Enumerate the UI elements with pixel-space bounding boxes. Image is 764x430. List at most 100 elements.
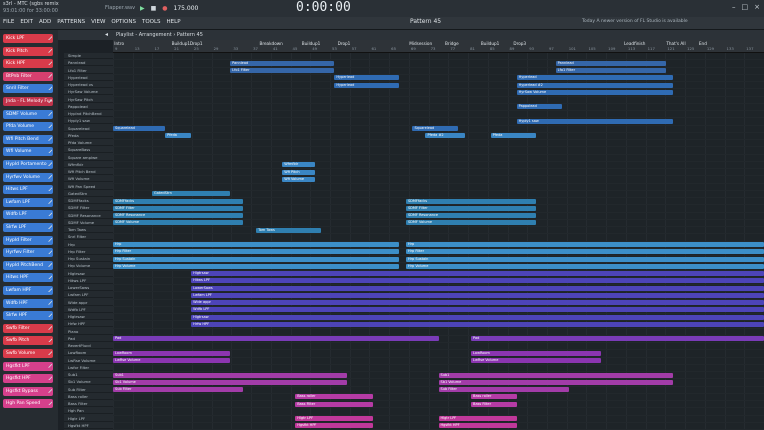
pattern-clip[interactable]: Bass roller (471, 394, 517, 400)
track-label[interactable]: Hrp Sustain (64, 256, 113, 262)
track-label[interactable]: Bass Filter (64, 401, 113, 407)
track-label[interactable]: Pfda Volume (64, 140, 113, 146)
pattern-clip[interactable]: Hyperlead (516, 75, 673, 81)
pattern-clip[interactable]: Squarelead (113, 126, 166, 131)
pattern-clip[interactable]: Sub1 (113, 372, 348, 378)
pattern-clip[interactable]: Hrfw HPF (191, 321, 764, 327)
track-label[interactable]: Piano (64, 329, 113, 335)
pattern-clip[interactable]: LowRoom (113, 350, 231, 356)
track-label[interactable]: Pappolead (64, 104, 113, 110)
sidebar-item[interactable]: Pfda Volume (3, 122, 53, 132)
track-label[interactable]: HyrSaw Pitch (64, 97, 113, 103)
menu-item-patterns[interactable]: PATTERNS (57, 19, 85, 25)
track-label[interactable]: Wfi Volume (64, 176, 113, 183)
track-label[interactable]: Hlgtrsaw (64, 271, 113, 277)
track-label[interactable]: Lwfor Filter (64, 365, 113, 371)
pattern-clip[interactable]: Hlgtr LPF (295, 416, 374, 421)
track-label[interactable]: Wdfb LPF (64, 307, 113, 313)
pattern-clip[interactable]: Pappolead (516, 104, 563, 110)
pattern-clip[interactable]: SDMF Resonance (113, 213, 244, 218)
record-icon[interactable]: ● (162, 5, 167, 12)
track-label[interactable]: Snrl Filter (64, 234, 113, 241)
pattern-clip[interactable]: Lfo1 Filter (555, 68, 667, 73)
track-label[interactable]: Hrfw HPF (64, 321, 113, 328)
track-label[interactable]: Simple (64, 53, 113, 59)
track-label[interactable]: GatedStrn (64, 191, 113, 197)
maximize-icon[interactable]: □ (742, 3, 749, 11)
pattern-clip[interactable]: Tom Taws (256, 227, 322, 233)
sidebar-item[interactable]: SDMF Volume (3, 109, 53, 119)
marker-label[interactable]: Drop1 (338, 41, 351, 46)
track-label[interactable]: Square amplwe (64, 155, 113, 161)
pattern-clip[interactable]: Pad (113, 336, 439, 342)
track-label[interactable]: Lfo1 Filter (64, 68, 113, 74)
pattern-clip[interactable]: SDMF Volume (405, 220, 537, 226)
edit-icon[interactable] (48, 262, 52, 267)
track-label[interactable]: Wide appr (64, 300, 113, 306)
pattern-clip[interactable]: SDMFfacks (113, 198, 244, 204)
pattern-clip[interactable]: Hgsfkt HPF (295, 423, 374, 429)
track-label[interactable]: Pfeda (64, 133, 113, 139)
edit-icon[interactable] (48, 376, 52, 381)
menu-item-help[interactable]: HELP (167, 19, 181, 25)
edit-icon[interactable] (48, 111, 52, 116)
pattern-clip[interactable]: SDMF Filter (405, 205, 537, 211)
close-icon[interactable]: × (754, 3, 760, 11)
edit-icon[interactable] (48, 313, 52, 318)
pattern-clip[interactable]: Pfeda (165, 133, 192, 139)
edit-icon[interactable] (48, 187, 52, 192)
edit-icon[interactable] (48, 225, 52, 229)
track-label[interactable]: Wfi Pitch Bend (64, 169, 113, 175)
pattern-clip[interactable]: HyrSaw Volume (516, 89, 673, 95)
minimize-icon[interactable]: – (732, 3, 736, 11)
track-label[interactable]: Pannlead (64, 60, 113, 67)
sidebar-item[interactable]: Hyrfwv Filter (3, 248, 53, 258)
track-label[interactable]: Hlgtrsaw (64, 314, 113, 320)
edit-icon[interactable] (48, 250, 52, 255)
tempo-display[interactable]: 175.000 (174, 5, 199, 12)
menu-item-view[interactable]: VIEW (91, 19, 105, 25)
pattern-clip[interactable]: Sub Filter (438, 387, 569, 392)
edit-icon[interactable] (48, 388, 52, 393)
sidebar-item[interactable]: Hitws HPF (3, 273, 53, 283)
edit-icon[interactable] (48, 363, 52, 368)
edit-icon[interactable] (48, 73, 52, 78)
track-label[interactable]: Hrp Volume (64, 263, 113, 270)
track-label[interactable]: LowRoom (64, 350, 113, 357)
edit-icon[interactable] (48, 237, 52, 242)
track-label[interactable]: Sb1 Volume (64, 379, 113, 386)
marker-label[interactable]: Buildup1 (302, 41, 321, 46)
sidebar-item[interactable]: Kick Pitch (3, 46, 53, 56)
edit-icon[interactable] (48, 275, 52, 280)
pattern-clip[interactable]: Sb1 Volume (113, 379, 348, 385)
menu-item-tools[interactable]: TOOLS (142, 19, 161, 25)
pattern-clip[interactable]: Lfo1 Filter (230, 68, 335, 73)
sidebar-item[interactable]: Hypld Filter (3, 235, 53, 245)
track-label[interactable]: SDMF Filter (64, 205, 113, 212)
marker-label[interactable]: Drop3 (513, 41, 526, 46)
pattern-clip[interactable]: Hitws LPF (191, 278, 764, 284)
sidebar-item[interactable]: Hgsfkt Bypass (3, 386, 53, 396)
play-icon[interactable]: ▶ (140, 5, 145, 12)
pattern-clip[interactable]: Hyperlead (334, 82, 400, 88)
sidebar-item[interactable]: Hitws LPF (3, 185, 53, 195)
pattern-clip[interactable]: Hrp (405, 242, 764, 247)
track-label[interactable]: LwRse Volume (64, 358, 113, 364)
pattern-clip[interactable]: Lwfam LPF (191, 292, 764, 298)
track-label[interactable]: SDMF Volume (64, 220, 113, 226)
track-label[interactable]: Wfi Pan Speed (64, 184, 113, 190)
edit-icon[interactable] (48, 124, 52, 129)
edit-icon[interactable] (48, 136, 52, 141)
sidebar-item[interactable]: Swfb Volume (3, 349, 53, 358)
sidebar-item[interactable]: Lwfam HPF (3, 286, 53, 295)
pattern-clip[interactable]: Hrp Filter (113, 249, 400, 255)
pattern-clip[interactable]: Wfi Volume (282, 176, 315, 182)
edit-icon[interactable] (48, 199, 52, 204)
pattern-clip[interactable]: Wide appr (191, 300, 764, 305)
sidebar-item[interactable]: Wfi Pitch Bend (3, 134, 53, 144)
track-label[interactable]: LowerSaws (64, 285, 113, 291)
sidebar-item[interactable]: Hypld PitchBend (3, 260, 53, 270)
edit-icon[interactable] (48, 174, 52, 179)
edit-icon[interactable] (48, 86, 52, 91)
pattern-clip[interactable]: Hrp Sustain (405, 256, 764, 262)
